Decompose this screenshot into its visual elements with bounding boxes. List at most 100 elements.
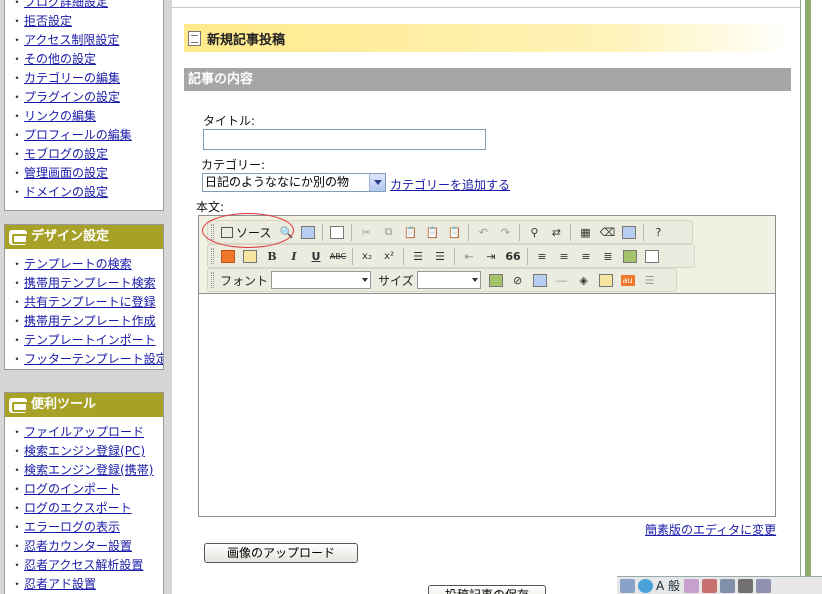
design-settings-item[interactable]: ・共有テンプレートに登録: [5, 293, 163, 312]
superscript-button[interactable]: x²: [379, 246, 399, 266]
undo-icon[interactable]: ↶: [473, 222, 493, 242]
special-char-icon[interactable]: ◈: [574, 270, 594, 290]
underline-button[interactable]: U: [306, 246, 326, 266]
tools-item[interactable]: ・ファイルアップロード: [5, 423, 163, 442]
page-break-icon[interactable]: [596, 270, 616, 290]
paste-word-icon[interactable]: 📋: [444, 222, 464, 242]
keyboard-icon[interactable]: [620, 578, 635, 593]
tools-link[interactable]: 検索エンジン登録(PC): [24, 444, 145, 458]
settings-icon[interactable]: [738, 578, 754, 593]
globe-icon[interactable]: [638, 578, 653, 593]
tools-item[interactable]: ・検索エンジン登録(PC): [5, 442, 163, 461]
eraser-icon[interactable]: ⌫: [597, 222, 617, 242]
tools-link[interactable]: 忍者アド設置: [24, 577, 96, 591]
upload-image-button[interactable]: 画像のアップロード: [204, 543, 358, 563]
tools-item[interactable]: ・エラーログの表示: [5, 518, 163, 537]
pen-icon[interactable]: [720, 578, 736, 593]
design-settings-item[interactable]: ・フッターテンプレート設定: [5, 350, 163, 369]
find-icon[interactable]: ⚲: [524, 222, 544, 242]
replace-icon[interactable]: ⇄: [546, 222, 566, 242]
image-icon[interactable]: [486, 270, 506, 290]
align-left-icon[interactable]: ≡: [532, 246, 552, 266]
strike-button[interactable]: ABC: [328, 246, 348, 266]
tools-link[interactable]: 検索エンジン登録(携帯): [24, 463, 153, 477]
table-icon[interactable]: [530, 270, 550, 290]
design-settings-link[interactable]: 携帯用テンプレート作成: [24, 314, 156, 328]
settings-menu-link[interactable]: プロフィールの編集: [24, 128, 132, 142]
tools-item[interactable]: ・忍者アクセス解析設置: [5, 556, 163, 575]
help-icon[interactable]: ?: [648, 222, 668, 242]
tools-item[interactable]: ・忍者アド設置: [5, 575, 163, 594]
paste-icon[interactable]: 📋: [400, 222, 420, 242]
tools-item[interactable]: ・ログのエクスポート: [5, 499, 163, 518]
more-icon[interactable]: ☰: [640, 270, 660, 290]
bold-button[interactable]: B: [262, 246, 282, 266]
unordered-list-icon[interactable]: ☰: [430, 246, 450, 266]
tools-item[interactable]: ・忍者カウンター設置: [5, 537, 163, 556]
fullscreen-icon[interactable]: [619, 222, 639, 242]
redo-icon[interactable]: ↷: [495, 222, 515, 242]
unlink-icon[interactable]: [642, 246, 662, 266]
settings-menu-item[interactable]: ・モブログの設定: [5, 145, 163, 164]
design-settings-item[interactable]: ・携帯用テンプレート作成: [5, 312, 163, 331]
settings-menu-item[interactable]: ・管理画面の設定: [5, 164, 163, 183]
dictionary-icon[interactable]: [702, 578, 718, 593]
design-settings-item[interactable]: ・テンプレートインポート: [5, 331, 163, 350]
settings-menu-link[interactable]: ブログ詳細設定: [24, 0, 108, 9]
blockquote-button[interactable]: 66: [503, 246, 523, 266]
settings-menu-link[interactable]: 管理画面の設定: [24, 166, 108, 180]
save-post-button[interactable]: 投稿記事の保存: [428, 585, 546, 594]
text-color-icon[interactable]: [218, 246, 238, 266]
tools-link[interactable]: エラーログの表示: [24, 520, 120, 534]
chevron-down-icon[interactable]: [369, 174, 385, 191]
paste-text-icon[interactable]: 📋: [422, 222, 442, 242]
subscript-button[interactable]: x₂: [357, 246, 377, 266]
size-select[interactable]: [416, 271, 481, 289]
align-justify-icon[interactable]: ≣: [598, 246, 618, 266]
design-settings-link[interactable]: 共有テンプレートに登録: [24, 295, 156, 309]
settings-menu-item[interactable]: ・アクセス制限設定: [5, 31, 163, 50]
select-all-icon[interactable]: ▦: [575, 222, 595, 242]
settings-menu-link[interactable]: カテゴリーの編集: [24, 71, 120, 85]
indent-icon[interactable]: ⇥: [481, 246, 501, 266]
tools-item[interactable]: ・検索エンジン登録(携帯): [5, 461, 163, 480]
ordered-list-icon[interactable]: ☰: [408, 246, 428, 266]
horizontal-rule-icon[interactable]: ―: [552, 270, 572, 290]
tools-link[interactable]: ファイルアップロード: [24, 425, 144, 439]
align-right-icon[interactable]: ≡: [576, 246, 596, 266]
simple-editor-link[interactable]: 簡素版のエディタに変更: [645, 521, 776, 538]
cut-icon[interactable]: ✂: [356, 222, 376, 242]
settings-menu-item[interactable]: ・ブログ詳細設定: [5, 0, 163, 12]
design-settings-item[interactable]: ・携帯用テンプレート検索: [5, 274, 163, 293]
tools-link[interactable]: 忍者カウンター設置: [24, 539, 132, 553]
settings-menu-item[interactable]: ・プロフィールの編集: [5, 126, 163, 145]
settings-menu-link[interactable]: モブログの設定: [24, 147, 108, 161]
link-icon[interactable]: [620, 246, 640, 266]
background-color-icon[interactable]: [240, 246, 260, 266]
tools-link[interactable]: ログのインポート: [24, 482, 120, 496]
design-settings-link[interactable]: フッターテンプレート設定: [24, 352, 163, 366]
pencil-icon[interactable]: [756, 578, 772, 593]
align-center-icon[interactable]: ≡: [554, 246, 574, 266]
tools-item[interactable]: ・ログのインポート: [5, 480, 163, 499]
template-icon[interactable]: [327, 222, 347, 242]
settings-menu-link[interactable]: リンクの編集: [24, 109, 96, 123]
settings-menu-item[interactable]: ・リンクの編集: [5, 107, 163, 126]
italic-button[interactable]: I: [284, 246, 304, 266]
flash-icon[interactable]: ⊘: [508, 270, 528, 290]
save-icon[interactable]: [298, 222, 318, 242]
editor-content-area[interactable]: [199, 295, 775, 516]
settings-menu-link[interactable]: ドメインの設定: [24, 185, 108, 199]
settings-menu-item[interactable]: ・ドメインの設定: [5, 183, 163, 202]
settings-menu-link[interactable]: 拒否設定: [24, 14, 72, 28]
settings-menu-item[interactable]: ・拒否設定: [5, 12, 163, 31]
settings-menu-item[interactable]: ・その他の設定: [5, 50, 163, 69]
settings-menu-item[interactable]: ・カテゴリーの編集: [5, 69, 163, 88]
ime-tool-icon[interactable]: [684, 578, 700, 593]
add-category-link[interactable]: カテゴリーを追加する: [390, 176, 510, 193]
settings-menu-link[interactable]: アクセス制限設定: [24, 33, 119, 47]
design-settings-link[interactable]: 携帯用テンプレート検索: [24, 276, 156, 290]
font-select[interactable]: [271, 271, 372, 289]
design-settings-link[interactable]: テンプレートの検索: [24, 257, 132, 271]
mobile-emoji-button[interactable]: au: [618, 270, 638, 290]
